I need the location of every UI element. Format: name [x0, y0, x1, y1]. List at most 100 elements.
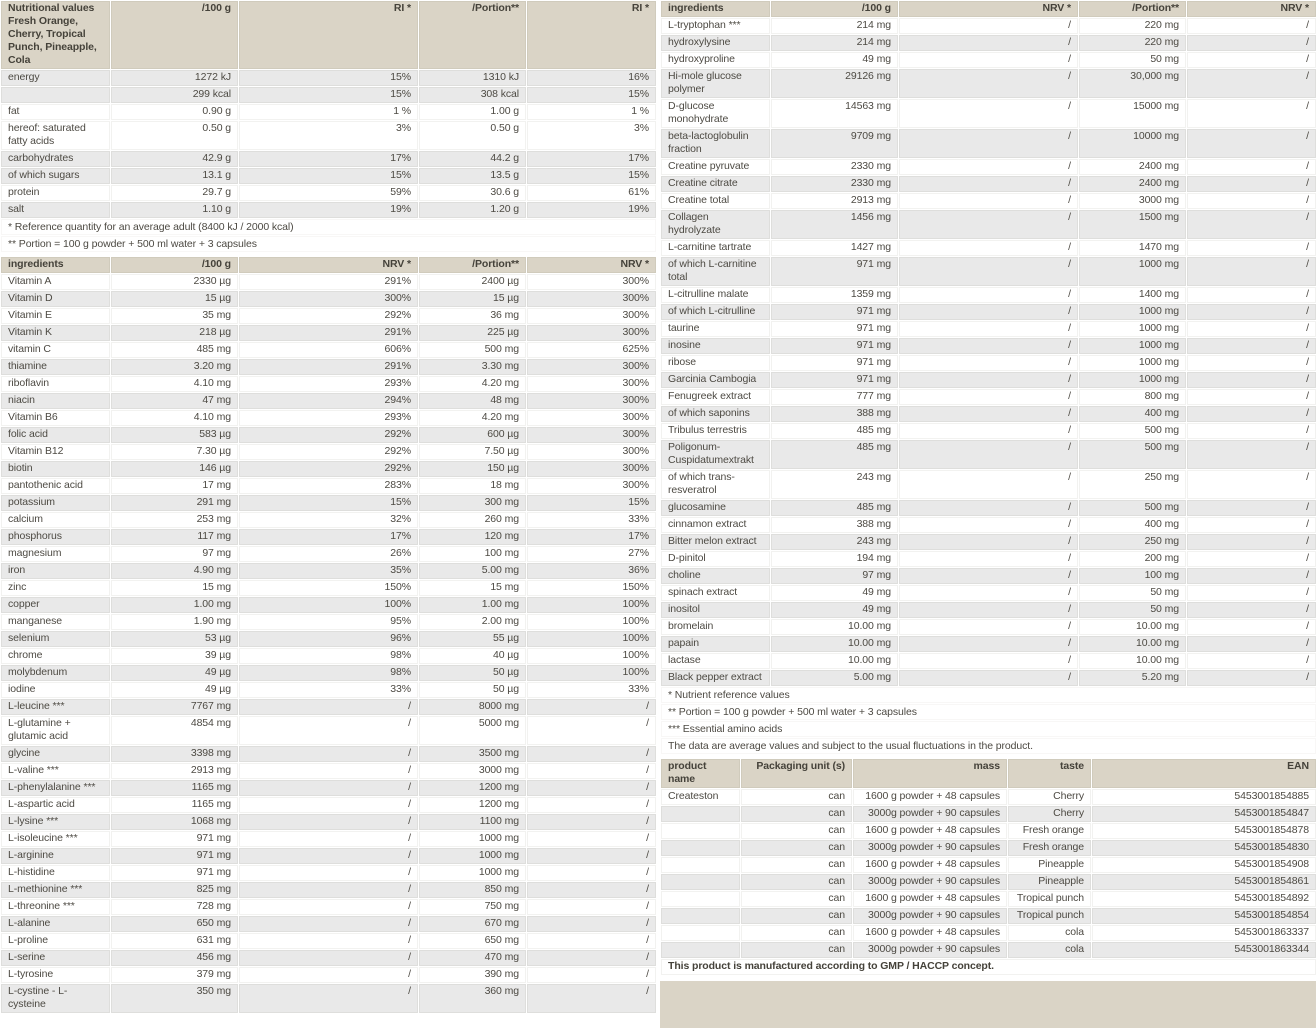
row-label: zinc [1, 580, 111, 597]
value-nrv: / [899, 440, 1079, 470]
value-nrv-portion: / [1187, 517, 1316, 534]
row-label: ribose [661, 355, 771, 372]
value-nrv-portion: 33% [527, 682, 657, 699]
value-nrv-portion: / [527, 831, 657, 848]
value-nrv: 291% [239, 274, 419, 291]
value-nrv-portion: 61% [527, 185, 657, 202]
table-row: fat0.90 g1 %1.00 g1 % [1, 104, 657, 121]
manufacturing-note: This product is manufactured according t… [661, 959, 1316, 976]
value-portion: 1000 mg [1079, 338, 1187, 355]
value-per-100g: 2330 µg [111, 274, 239, 291]
value-nrv: / [899, 52, 1079, 69]
row-label: salt [1, 202, 111, 219]
row-label: of which trans-resveratrol [661, 470, 771, 500]
value-portion: 850 mg [419, 882, 527, 899]
table-row: Hi-mole glucose polymer29126 mg/30,000 m… [661, 69, 1316, 99]
ean: 5453001863344 [1092, 942, 1316, 959]
table-row: can3000g powder + 90 capsulesPineapple54… [661, 874, 1316, 891]
table-row: Vitamin A2330 µg291%2400 µg300% [1, 274, 657, 291]
mass: 3000g powder + 90 capsules [853, 942, 1008, 959]
value-per-100g: 631 mg [111, 933, 239, 950]
value-nrv: / [899, 193, 1079, 210]
table-row: L-tyrosine379 mg/390 mg/ [1, 967, 657, 984]
value-per-100g: 214 mg [771, 18, 899, 35]
table-row: of which L-carnitine total971 mg/1000 mg… [661, 257, 1316, 287]
value-portion: 1470 mg [1079, 240, 1187, 257]
value-nrv-portion: / [527, 967, 657, 984]
row-label: L-histidine [1, 865, 111, 882]
column-header-taste: taste [1008, 759, 1092, 789]
value-per-100g: 13.1 g [111, 168, 239, 185]
table-row: L-glutamine + glutamic acid4854 mg/5000 … [1, 716, 657, 746]
value-portion: 600 µg [419, 427, 527, 444]
value-nrv-portion: / [527, 716, 657, 746]
value-nrv-portion: / [527, 865, 657, 882]
table-row: ribose971 mg/1000 mg/ [661, 355, 1316, 372]
value-per-100g: 379 mg [111, 967, 239, 984]
value-nrv-portion: 300% [527, 376, 657, 393]
value-per-100g: 971 mg [771, 304, 899, 321]
mass: 1600 g powder + 48 capsules [853, 823, 1008, 840]
value-portion: 1000 mg [419, 865, 527, 882]
value-per-100g: 971 mg [771, 372, 899, 389]
value-portion: 670 mg [419, 916, 527, 933]
value-portion: 800 mg [1079, 389, 1187, 406]
footnote-row: ** Portion = 100 g powder + 500 ml water… [1, 236, 657, 253]
value-portion: 8000 mg [419, 699, 527, 716]
table-row: of which L-citrulline971 mg/1000 mg/ [661, 304, 1316, 321]
row-label: L-tryptophan *** [661, 18, 771, 35]
row-label: Hi-mole glucose polymer [661, 69, 771, 99]
table-row: Vitamin K218 µg291%225 µg300% [1, 325, 657, 342]
row-label: taurine [661, 321, 771, 338]
packaging-unit: can [741, 891, 853, 908]
table-row: carbohydrates42.9 g17%44.2 g17% [1, 151, 657, 168]
table-row: Vitamin B64.10 mg293%4.20 mg300% [1, 410, 657, 427]
value-per-100g: 583 µg [111, 427, 239, 444]
value-nrv-portion: 100% [527, 631, 657, 648]
ean: 5453001854878 [1092, 823, 1316, 840]
table-row: Vitamin B127.30 µg292%7.50 µg300% [1, 444, 657, 461]
table-row: iron4.90 mg35%5.00 mg36% [1, 563, 657, 580]
value-per-100g: 456 mg [111, 950, 239, 967]
taste: Cherry [1008, 789, 1092, 806]
table-row: L-tryptophan ***214 mg/220 mg/ [661, 18, 1316, 35]
value-nrv: / [239, 814, 419, 831]
value-portion: 1000 mg [419, 831, 527, 848]
value-nrv: 35% [239, 563, 419, 580]
value-per-100g: 971 mg [111, 831, 239, 848]
value-per-100g: 10.00 mg [771, 636, 899, 653]
value-portion: 220 mg [1079, 35, 1187, 52]
column-header-value-nrv: NRV * [239, 257, 419, 274]
value-per-100g: 971 mg [771, 257, 899, 287]
footnote: *** Essential amino acids [661, 721, 1316, 738]
row-label [1, 87, 111, 104]
value-per-100g: 9709 mg [771, 129, 899, 159]
table-row: potassium291 mg15%300 mg15% [1, 495, 657, 512]
table-row: L-methionine ***825 mg/850 mg/ [1, 882, 657, 899]
table-row: lactase10.00 mg/10.00 mg/ [661, 653, 1316, 670]
value-nrv: / [899, 210, 1079, 240]
row-label: riboflavin [1, 376, 111, 393]
value-nrv: / [899, 129, 1079, 159]
value-nrv-portion: / [1187, 389, 1316, 406]
value-portion: 1500 mg [1079, 210, 1187, 240]
taste: Tropical punch [1008, 908, 1092, 925]
value-nrv: / [899, 304, 1079, 321]
value-portion: 3500 mg [419, 746, 527, 763]
packaging-unit: can [741, 942, 853, 959]
row-label: Black pepper extract [661, 670, 771, 687]
value-nrv: / [899, 619, 1079, 636]
value-nrv: / [239, 865, 419, 882]
value-per-100g: 42.9 g [111, 151, 239, 168]
value-nrv-portion: / [1187, 355, 1316, 372]
mass: 1600 g powder + 48 capsules [853, 789, 1008, 806]
row-label: Creatine pyruvate [661, 159, 771, 176]
row-label: L-leucine *** [1, 699, 111, 716]
value-per-100g: 1427 mg [771, 240, 899, 257]
column-header-value-nrv-portion: NRV * [527, 257, 657, 274]
ingredients-table-left: ingredients/100 gNRV */Portion**NRV *Vit… [0, 256, 657, 1014]
value-per-100g: 1068 mg [111, 814, 239, 831]
value-portion: 30.6 g [419, 185, 527, 202]
table-row: Collagen hydrolyzate1456 mg/1500 mg/ [661, 210, 1316, 240]
value-nrv-portion: / [1187, 321, 1316, 338]
